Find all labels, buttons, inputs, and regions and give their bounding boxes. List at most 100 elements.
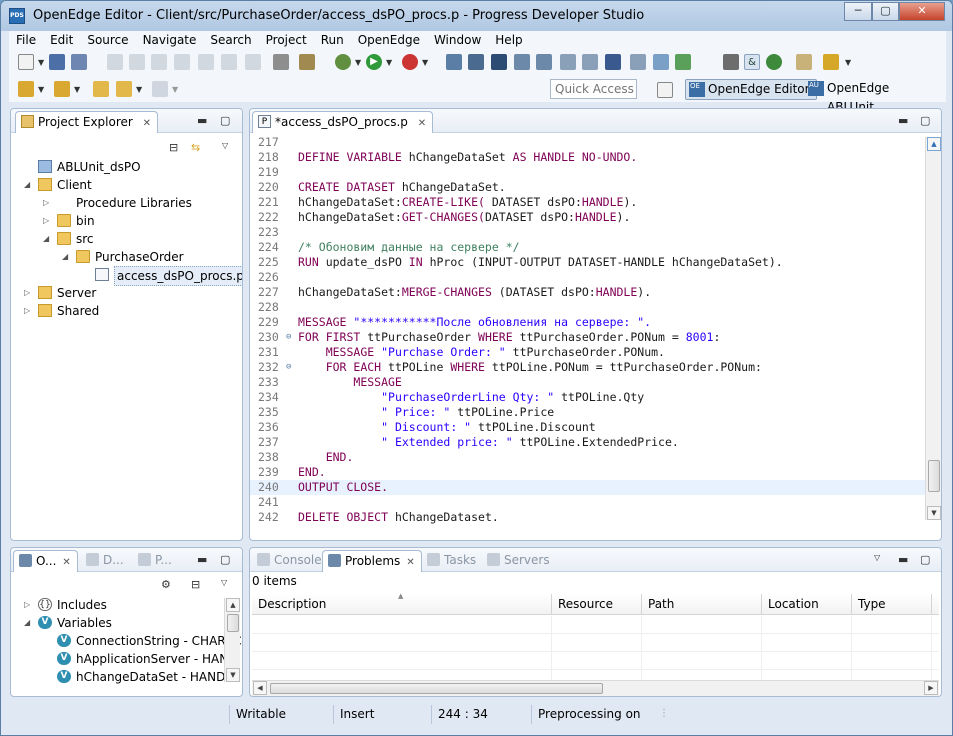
scrollbar-thumb[interactable] bbox=[928, 460, 940, 492]
maximize-panel-icon[interactable]: ▢ bbox=[920, 553, 930, 566]
data-dictionary-icon[interactable] bbox=[653, 54, 669, 70]
tree-item[interactable]: access_dsPO_procs.p bbox=[11, 266, 242, 286]
globe-icon[interactable] bbox=[766, 54, 782, 70]
collapse-all-icon[interactable]: ⊟ bbox=[169, 141, 178, 154]
chevron-down-icon[interactable]: ▼ bbox=[38, 85, 44, 94]
code-line[interactable]: 239 END. bbox=[250, 465, 925, 480]
query-icon[interactable] bbox=[582, 54, 598, 70]
problems-horizontal-scrollbar[interactable]: ◀ ▶ bbox=[252, 680, 939, 696]
tree-item[interactable]: ◢ Client bbox=[11, 176, 242, 194]
code-line[interactable]: 230 ⊖ FOR FIRST ttPurchaseOrder WHERE ttPu… bbox=[250, 330, 925, 345]
scroll-left-icon[interactable]: ◀ bbox=[253, 681, 267, 695]
database-icon[interactable] bbox=[675, 54, 691, 70]
code-line[interactable]: 228 bbox=[250, 300, 925, 315]
code-line[interactable]: 242 DELETE OBJECT hChangeDataset. bbox=[250, 510, 925, 525]
tree-item[interactable]: ▷ Shared bbox=[11, 302, 242, 320]
code-line[interactable]: 224 /* Обоновим данные на сервере */ bbox=[250, 240, 925, 255]
layout-split-icon[interactable] bbox=[536, 54, 552, 70]
tab-project-explorer[interactable]: Project Explorer ✕ bbox=[15, 111, 159, 133]
code-line[interactable]: 227 hChangeDataSet:MERGE-CHANGES (DATASET… bbox=[250, 285, 925, 300]
column-header-path[interactable]: Path bbox=[642, 594, 762, 615]
code-line[interactable]: 232 ⊖ FOR EACH ttPOLine WHERE ttPOLine.PO… bbox=[250, 360, 925, 375]
minimize-panel-icon[interactable]: ▬ bbox=[898, 114, 908, 127]
last-edit-location-icon[interactable] bbox=[93, 81, 109, 97]
menu-edit[interactable]: Edit bbox=[43, 31, 80, 50]
outline-item[interactable]: ▷ {} Includes bbox=[11, 596, 242, 614]
magnify-icon[interactable] bbox=[630, 54, 646, 70]
code-line[interactable]: 237 " Extended price: " ttPOLine.Extende… bbox=[250, 435, 925, 450]
collapse-all-icon[interactable]: ⊟ bbox=[191, 578, 200, 591]
menu-navigate[interactable]: Navigate bbox=[136, 31, 204, 50]
new-icon[interactable] bbox=[18, 54, 34, 70]
column-header-resource[interactable]: Resource bbox=[552, 594, 642, 615]
code-line[interactable]: 241 bbox=[250, 495, 925, 510]
expand-icon[interactable]: ▷ bbox=[43, 212, 49, 230]
chevron-down-icon[interactable]: ▼ bbox=[845, 58, 851, 67]
tab-tasks[interactable]: Tasks bbox=[422, 550, 482, 572]
tab-problems[interactable]: Problems ✕ bbox=[322, 550, 422, 572]
menu-window[interactable]: Window bbox=[427, 31, 488, 50]
procedure-editor-icon[interactable] bbox=[560, 54, 576, 70]
minimize-panel-icon[interactable]: ▬ bbox=[898, 553, 908, 566]
close-icon[interactable]: ✕ bbox=[62, 557, 70, 568]
chevron-down-icon[interactable]: ▼ bbox=[386, 58, 392, 67]
view-menu-icon[interactable]: ▽ bbox=[221, 578, 227, 587]
column-header-location[interactable]: Location bbox=[762, 594, 852, 615]
maximize-panel-icon[interactable]: ▢ bbox=[220, 114, 230, 127]
outline-vertical-scrollbar[interactable]: ▲ ▼ bbox=[224, 598, 240, 682]
scroll-down-icon[interactable]: ▼ bbox=[927, 506, 941, 520]
tree-item[interactable]: ◢ PurchaseOrder bbox=[11, 248, 242, 266]
tab-servers[interactable]: Servers bbox=[482, 550, 556, 572]
expand-icon[interactable]: ▷ bbox=[24, 284, 30, 302]
menu-source[interactable]: Source bbox=[80, 31, 135, 50]
view-menu-icon[interactable]: ▽ bbox=[222, 141, 228, 150]
code-line[interactable]: 236 " Discount: " ttPOLine.Discount bbox=[250, 420, 925, 435]
code-line[interactable]: 231 MESSAGE "Purchase Order: " ttPurchas… bbox=[250, 345, 925, 360]
outline-item[interactable]: VhApplicationServer - HANDI bbox=[11, 650, 242, 668]
menu-openedge[interactable]: OpenEdge bbox=[351, 31, 427, 50]
chevron-down-icon[interactable]: ▼ bbox=[74, 85, 80, 94]
save-icon[interactable] bbox=[49, 54, 65, 70]
tab-p[interactable]: P... bbox=[133, 550, 178, 572]
code-line[interactable]: 218 DEFINE VARIABLE hChangeDataSet AS HAN… bbox=[250, 150, 925, 165]
column-header-type[interactable]: Type bbox=[852, 594, 932, 615]
code-editor[interactable]: 217 218 DEFINE VARIABLE hChangeDataSet AS … bbox=[250, 133, 925, 540]
outline-item[interactable]: ◢ V Variables bbox=[11, 614, 242, 632]
search-icon[interactable] bbox=[468, 54, 484, 70]
tree-item[interactable]: ABLUnit_dsPO bbox=[11, 158, 242, 176]
code-line[interactable]: 221 hChangeDataSet:CREATE-LIKE( DATASET d… bbox=[250, 195, 925, 210]
code-line[interactable]: 235 " Price: " ttPOLine.Price bbox=[250, 405, 925, 420]
ampersand-icon[interactable]: & bbox=[744, 54, 760, 70]
scrollbar-thumb[interactable] bbox=[270, 683, 603, 694]
chevron-down-icon[interactable]: ▼ bbox=[136, 85, 142, 94]
collapse-icon[interactable]: ◢ bbox=[24, 176, 30, 194]
chevron-down-icon[interactable]: ▼ bbox=[38, 58, 44, 67]
back-icon[interactable] bbox=[116, 81, 132, 97]
code-line[interactable]: 223 bbox=[250, 225, 925, 240]
tree-item[interactable]: ▷ Server bbox=[11, 284, 242, 302]
menu-project[interactable]: Project bbox=[259, 31, 314, 50]
code-line[interactable]: 225 RUN update_dsPO IN hProc (INPUT-OUTPU… bbox=[250, 255, 925, 270]
scrollbar-thumb[interactable] bbox=[227, 614, 239, 632]
code-line[interactable]: 219 bbox=[250, 165, 925, 180]
perspective-openedge-editor[interactable]: OE OpenEdge Editor bbox=[685, 79, 817, 100]
view-menu-icon[interactable]: ▽ bbox=[874, 553, 880, 562]
minimize-panel-icon[interactable]: ▬ bbox=[197, 553, 207, 566]
tab-d[interactable]: D... bbox=[81, 550, 130, 572]
code-line[interactable]: 229 MESSAGE "***********После обновления … bbox=[250, 315, 925, 330]
open-perspective-icon[interactable] bbox=[657, 82, 673, 98]
close-icon[interactable]: ✕ bbox=[143, 118, 151, 129]
scroll-up-icon[interactable]: ▲ bbox=[226, 598, 240, 612]
fold-toggle-icon[interactable]: ⊖ bbox=[286, 360, 291, 375]
sql-icon[interactable] bbox=[605, 54, 621, 70]
chevron-down-icon[interactable]: ▼ bbox=[422, 58, 428, 67]
menu-run[interactable]: Run bbox=[314, 31, 351, 50]
tab-access-dspo-procs[interactable]: P *access_dsPO_procs.p ✕ bbox=[252, 111, 434, 133]
clipboard-icon[interactable] bbox=[796, 54, 812, 70]
tab-o[interactable]: O... ✕ bbox=[13, 550, 78, 572]
tool-grid-icon[interactable] bbox=[446, 54, 462, 70]
minimize-panel-icon[interactable]: ▬ bbox=[197, 114, 207, 127]
code-line[interactable]: 234 "PurchaseOrderLine Qty: " ttPOLine.Q… bbox=[250, 390, 925, 405]
wand-icon[interactable] bbox=[823, 54, 839, 70]
run-icon[interactable]: ▶ bbox=[366, 54, 382, 70]
